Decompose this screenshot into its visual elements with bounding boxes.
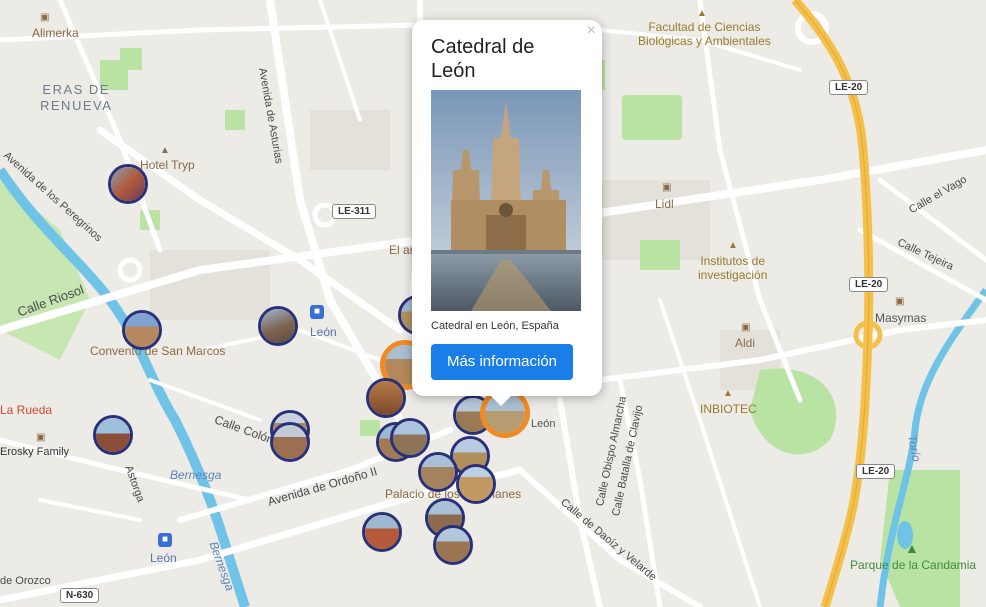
label-lidl: Lidl (655, 197, 674, 211)
label-convento-san-marcos: Convento de San Marcos (90, 344, 226, 358)
label-hotel-tryp: Hotel Tryp (140, 158, 195, 172)
close-icon[interactable]: × (587, 22, 596, 40)
map-marker[interactable] (122, 310, 162, 350)
label-la-rueda: La Rueda (0, 403, 53, 417)
label-leon-station-1: León (310, 325, 337, 339)
shield-le20-b: LE-20 (849, 277, 889, 292)
label-bernesga-1: Bernesga (170, 468, 222, 482)
train-station-icon: ■ (158, 533, 172, 547)
shield-le311: LE-311 (332, 204, 377, 219)
shop-icon: ▣ (40, 12, 50, 23)
school-icon: ▲ (723, 388, 733, 399)
shield-le20-a: LE-20 (829, 80, 869, 95)
popup-title: Catedral de León (431, 36, 535, 82)
map-marker[interactable] (418, 452, 458, 492)
label-leon-station-2: León (150, 551, 177, 565)
popup-pointer (490, 395, 512, 406)
label-erosky-family: Erosky Family (0, 446, 70, 458)
map-marker[interactable] (366, 378, 406, 418)
map-marker[interactable] (93, 415, 133, 455)
map-marker[interactable] (456, 464, 496, 504)
map-marker[interactable] (270, 422, 310, 462)
park-icon: ▲ (905, 540, 919, 556)
label-alimerka: Alimerka (32, 26, 79, 40)
shield-le20-c: LE-20 (856, 464, 896, 479)
map-marker[interactable] (433, 525, 473, 565)
map-marker[interactable] (108, 164, 148, 204)
shop-icon: ▣ (895, 296, 905, 307)
label-parque-candamia: Parque de la Candamia (850, 558, 977, 572)
more-info-button[interactable]: Más información (431, 344, 573, 380)
train-station-icon: ■ (310, 305, 324, 319)
popup-caption: Catedral en León, España (431, 320, 559, 332)
label-masymas: Masymas (875, 311, 927, 325)
label-el-ar: El ar (389, 243, 414, 257)
label-aldi: Aldi (735, 336, 756, 350)
cathedral-photo (431, 90, 581, 311)
map-canvas[interactable]: Alimerka ERAS DE RENUEVA Hotel Tryp Aven… (0, 0, 986, 607)
label-eras-de-renueva: ERAS DE RENUEVA (40, 82, 113, 113)
map-marker[interactable] (362, 512, 402, 552)
map-marker[interactable] (390, 418, 430, 458)
shop-icon: ▣ (36, 432, 46, 443)
shield-n630: N-630 (60, 588, 100, 603)
hotel-icon: ▲ (160, 145, 170, 156)
school-icon: ▲ (697, 8, 707, 19)
map-marker[interactable] (258, 306, 298, 346)
label-leon-center: León (531, 418, 556, 430)
shop-icon: ▣ (662, 182, 672, 193)
info-popup: × Catedral de León Catedral en León, Esp… (412, 20, 602, 406)
label-institutos: Institutos de investigación (698, 254, 768, 282)
shop-icon: ▣ (741, 322, 751, 333)
school-icon: ▲ (728, 240, 738, 251)
label-inbiotec: INBIOTEC (700, 402, 757, 416)
label-facultad: Facultad de Ciencias Biológicas y Ambien… (638, 20, 771, 48)
label-orozco: de Orozco (0, 575, 51, 587)
